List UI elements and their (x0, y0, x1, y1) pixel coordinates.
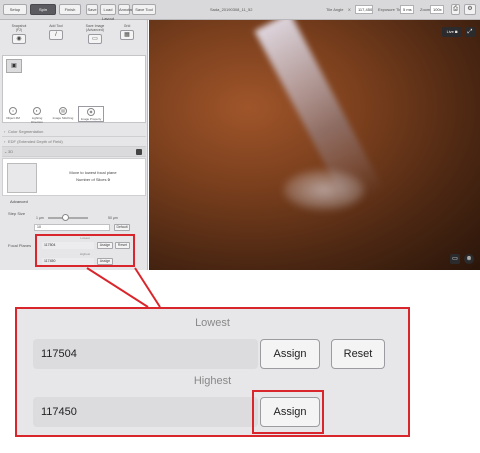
advanced-label: Advanced (10, 199, 28, 204)
light-icon: ◐ (33, 107, 41, 115)
top-toolbar: Setup Spin Finish Save Load Layout Annot… (0, 0, 480, 21)
tab-object-zm[interactable]: ○ Object ZM (2, 106, 24, 122)
chevron-right-icon: › (4, 129, 6, 134)
accordion-edf[interactable]: › EDF (Extended Depth of Field) (2, 137, 146, 147)
tab-image-property[interactable]: ◈ Image Property (78, 106, 104, 122)
tab-label: Image Stitching (52, 116, 74, 120)
save-image-tool[interactable]: Save Image (Advanced) ▭ (80, 24, 110, 50)
step-max: 50 µm (108, 216, 118, 220)
add-tool-label: Add Tool (49, 24, 63, 28)
target-icon[interactable]: ⊗ (464, 254, 474, 264)
save-tool-button[interactable]: Save Tool (132, 4, 156, 15)
add-tool[interactable]: Add Tool / (41, 24, 71, 50)
step-size-input[interactable]: 10 (34, 224, 110, 231)
lowest-value: 117504 (33, 339, 258, 369)
save-button[interactable]: Save (86, 4, 98, 15)
tab-stitching[interactable]: ▤ Image Stitching (52, 106, 74, 122)
x-label: X (348, 7, 351, 12)
x-value[interactable]: 117,450 (355, 5, 373, 14)
measure-icon[interactable]: ▭ (450, 254, 460, 264)
highlight-box-small (35, 234, 135, 267)
tab-spin[interactable]: Spin (30, 4, 56, 15)
slider-knob[interactable] (62, 214, 69, 221)
accordion-color-segmentation[interactable]: › Color Segmentation (2, 127, 146, 137)
grid-tool[interactable]: Grid ▦ (112, 24, 142, 50)
expand-icon[interactable]: ⤢ (465, 27, 475, 37)
snapshot-tool[interactable]: Snapshot (F2) ◉ (4, 24, 34, 50)
highest-value: 117450 (33, 397, 258, 427)
printer-icon[interactable]: ⎙ (451, 4, 460, 15)
tab-label: Lighting Direction (31, 116, 43, 124)
grid-label: Grid (123, 24, 131, 28)
tab-label: Image Property (80, 117, 102, 121)
camera-icon[interactable]: ▣ (6, 59, 22, 73)
highlight-box-assign (252, 390, 324, 434)
tab-lighting[interactable]: ◐ Lighting Direction (26, 106, 48, 124)
property-icon: ◈ (87, 108, 95, 116)
save-image-sublabel: (Advanced) (86, 28, 104, 32)
file-title: Sada_20190308_11_52 (210, 7, 253, 12)
live-label: Live (446, 29, 454, 34)
lowest-label: Lowest (195, 317, 230, 329)
image-highlight-lower (284, 170, 364, 210)
chevron-right-icon: › (4, 139, 6, 144)
snapshot-sublabel: (F2) (15, 28, 23, 32)
tab-label: Object ZM (6, 116, 20, 120)
reset-button[interactable]: Reset (331, 339, 385, 369)
tab-setup[interactable]: Setup (3, 4, 27, 15)
stitch-icon: ▤ (59, 107, 67, 115)
grid-icon: ▦ (120, 30, 134, 40)
step-min: 1 µm (36, 216, 44, 220)
object-icon: ○ (9, 107, 17, 115)
tile-angle-label: Tile Angle (326, 7, 344, 12)
load-layout-button[interactable]: Load Layout (100, 4, 116, 21)
microscope-viewer[interactable]: Live ◙ ⤢ ▭ ⊗ (149, 20, 480, 270)
toggle-icon[interactable] (136, 149, 142, 155)
default-button[interactable]: Default (114, 224, 130, 231)
tab-finish[interactable]: Finish (59, 4, 81, 15)
camera-icon: ◉ (12, 34, 26, 44)
highest-label: Highest (193, 375, 232, 387)
chevron-down-icon: ⌄ (4, 149, 8, 154)
focal-planes-label: Focal Planes (8, 243, 32, 248)
annotate-button[interactable]: Annotate (118, 4, 135, 15)
accordion-label: 3D (8, 149, 14, 154)
focus-instructions: Move to lowest focal plane Number of Sli… (2, 158, 146, 196)
zoom-label: Zoom (420, 7, 431, 12)
accordion-3d[interactable]: ⌄ 3D (2, 147, 146, 157)
slices-label: Number of Slices 0 (76, 177, 110, 182)
accordion-label: EDF (Extended Depth of Field) (8, 139, 63, 144)
zoom-value[interactable]: 100x (430, 5, 444, 14)
accordion-label: Color Segmentation (8, 129, 44, 134)
feature-tabs: ○ Object ZM ◐ Lighting Direction ▤ Image St… (0, 106, 148, 124)
left-panel: Snapshot (F2) ◉ Add Tool / Save Image (A… (0, 20, 148, 270)
focus-text: Move to lowest focal plane (69, 170, 117, 175)
save-icon: ▭ (88, 34, 102, 44)
exposure-value[interactable]: 5 ms (400, 5, 414, 14)
live-indicator[interactable]: Live ◙ (442, 27, 462, 37)
gear-icon[interactable]: ⚙ (464, 4, 476, 15)
pen-icon: / (49, 30, 63, 40)
focal-planes-callout: Lowest 117504 Assign Reset Highest 11745… (15, 307, 410, 437)
step-size-label: Step Size (8, 211, 26, 216)
focus-diagram-icon (7, 163, 37, 193)
step-size-slider[interactable] (48, 214, 88, 221)
slices-value: 0 (107, 177, 110, 182)
assign-lowest-button[interactable]: Assign (260, 339, 320, 369)
advanced-section[interactable]: Advanced (2, 197, 146, 207)
